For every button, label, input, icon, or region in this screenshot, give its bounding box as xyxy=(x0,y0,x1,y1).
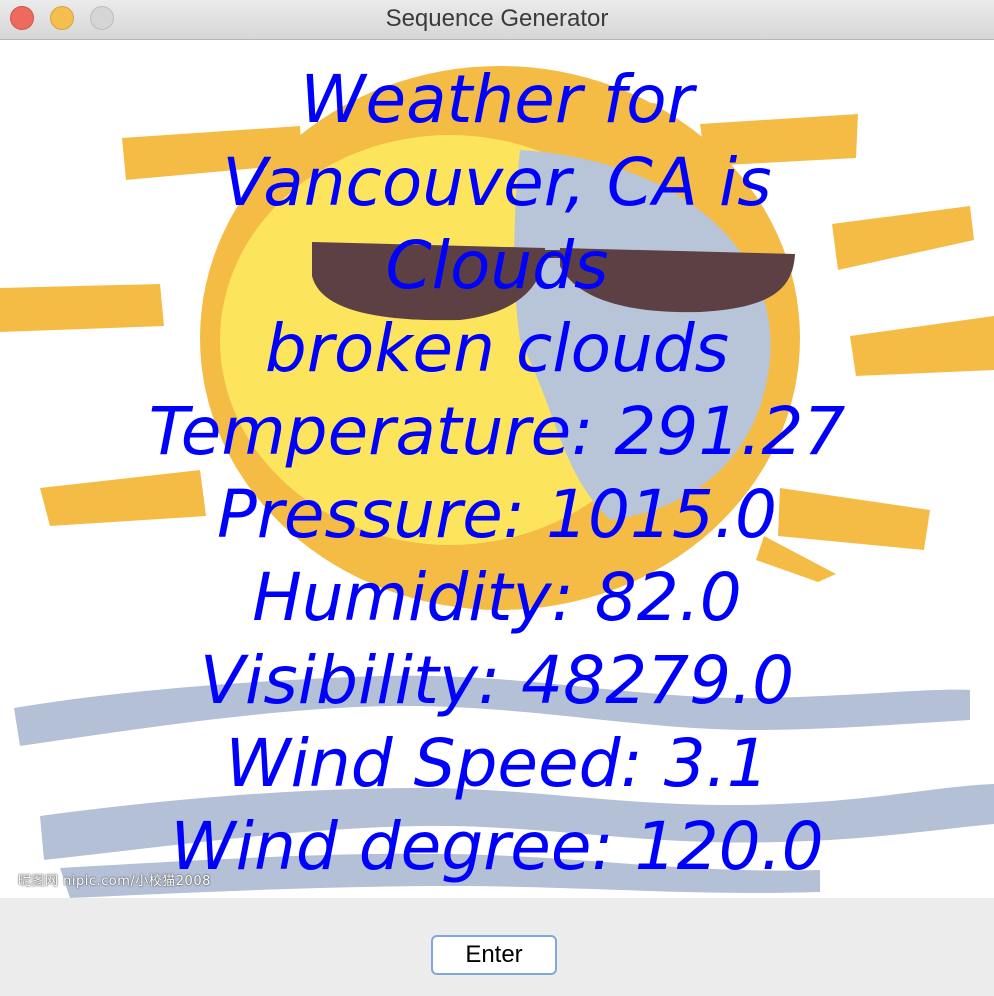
pressure-value: Pressure: 1015.0 xyxy=(216,476,778,553)
heading-line-1: Weather for xyxy=(300,61,694,138)
temperature-value: Temperature: 291.27 xyxy=(148,393,846,470)
weather-panel: Weather for Vancouver, CA is Clouds brok… xyxy=(0,40,994,898)
humidity-value: Humidity: 82.0 xyxy=(252,559,742,636)
image-watermark: 昵图网 nipic.com/小校猫2008 xyxy=(18,874,211,889)
enter-button[interactable]: Enter xyxy=(431,935,557,975)
weather-description: broken clouds xyxy=(264,310,730,387)
app-window: Sequence Generator Weather for Vancouver… xyxy=(0,0,994,996)
weather-main: Clouds xyxy=(385,227,609,304)
window-title: Sequence Generator xyxy=(385,5,609,32)
heading-line-2: Vancouver, CA is xyxy=(222,144,772,221)
weather-report: Weather for Vancouver, CA is Clouds brok… xyxy=(0,58,994,888)
title-bar[interactable]: Sequence Generator xyxy=(0,0,994,40)
visibility-value: Visibility: 48279.0 xyxy=(199,642,795,719)
button-bar: Enter xyxy=(0,898,994,996)
wind-speed-value: Wind Speed: 3.1 xyxy=(225,725,769,802)
